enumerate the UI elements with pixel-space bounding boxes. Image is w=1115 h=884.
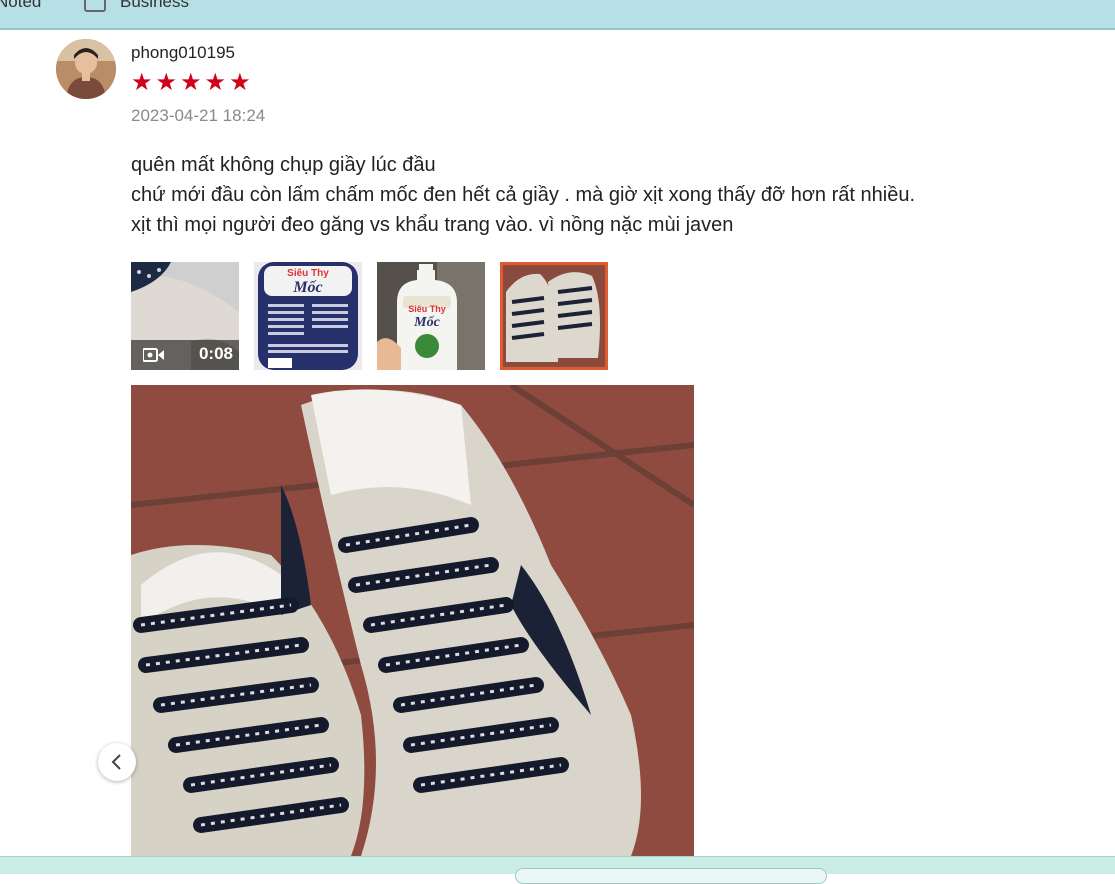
bottom-taskbar — [0, 856, 1115, 884]
star-icon: ★ — [204, 69, 227, 96]
star-icon: ★ — [131, 69, 153, 96]
media-thumbnail-selected[interactable] — [500, 262, 608, 370]
top-toolbar: Noted Business — [0, 0, 1115, 30]
product-label-top: Siêu Thy — [287, 268, 329, 279]
rating-stars: ★ ★ ★ ★ ★ — [131, 71, 251, 95]
business-checkbox[interactable] — [84, 0, 106, 12]
avatar[interactable] — [56, 39, 116, 99]
media-thumbnail-video[interactable]: 0:08 — [131, 262, 239, 370]
comment-line: xịt thì mọi người đeo găng vs khẩu trang… — [131, 214, 734, 236]
prev-image-button[interactable] — [98, 743, 136, 781]
svg-text:Siêu Thy: Siêu Thy — [408, 304, 446, 314]
review-comment: quên mất không chụp giầy lúc đầu chứ mới … — [131, 150, 915, 240]
product-label-main: Mốc — [292, 279, 322, 296]
topbar-item-business[interactable]: Business — [120, 0, 189, 12]
video-duration: 0:08 — [198, 344, 233, 363]
review-date: 2023-04-21 18:24 — [131, 106, 266, 125]
bottom-pill[interactable] — [515, 868, 827, 884]
comment-line: chứ mới đầu còn lấm chấm mốc đen hết cả … — [131, 184, 916, 206]
star-icon: ★ — [180, 69, 202, 96]
svg-text:Mốc: Mốc — [413, 315, 440, 330]
topbar-item-noted[interactable]: Noted — [0, 0, 41, 12]
star-icon: ★ — [229, 69, 251, 96]
main-review-image[interactable] — [131, 385, 694, 856]
star-icon: ★ — [155, 69, 178, 96]
review-username[interactable]: phong010195 — [131, 43, 235, 63]
comment-line: quên mất không chụp giầy lúc đầu — [131, 154, 436, 176]
video-overlay: 0:08 — [131, 340, 239, 370]
chevron-left-icon — [111, 754, 121, 770]
media-thumbnail[interactable]: Siêu Thy Mốc — [254, 262, 362, 370]
video-camera-icon — [143, 348, 164, 362]
media-thumbnail[interactable]: Siêu Thy Mốc — [377, 262, 485, 370]
